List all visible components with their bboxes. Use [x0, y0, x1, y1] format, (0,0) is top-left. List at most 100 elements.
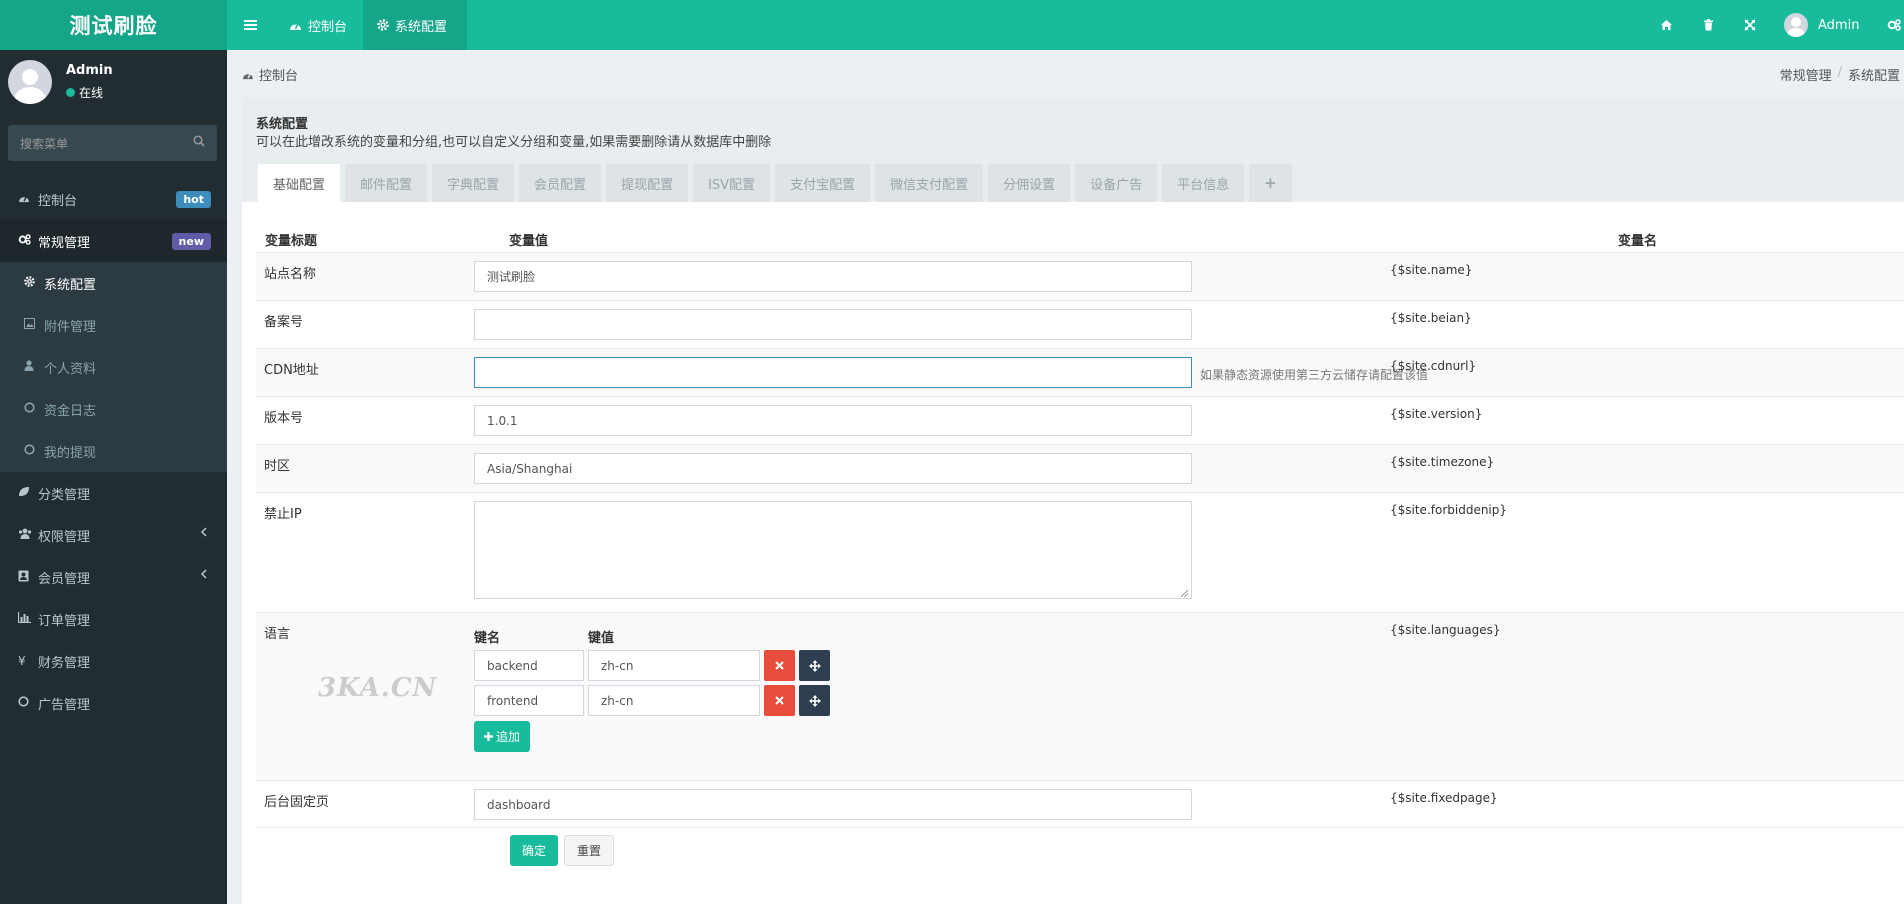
- tab-email[interactable]: 邮件配置: [345, 164, 428, 202]
- move-icon: [808, 694, 821, 707]
- search-placeholder: 搜索菜单: [20, 136, 69, 151]
- table-row: 语言 3KA.CN 键名 键值 backend zh-cn frontend z…: [256, 612, 1904, 780]
- move-icon: [808, 659, 821, 672]
- row-label: 站点名称: [264, 267, 317, 282]
- app-logo[interactable]: 测试刷脸: [0, 0, 227, 50]
- tab-label: 控制台: [308, 19, 348, 35]
- tab-withdraw[interactable]: 提现配置: [606, 164, 689, 202]
- cogs-icon: [18, 234, 32, 248]
- tab-wechat-pay[interactable]: 微信支付配置: [875, 164, 984, 202]
- bar-chart-icon: [17, 612, 32, 626]
- drag-row-button[interactable]: [799, 650, 830, 681]
- forbidden-ip-textarea[interactable]: [474, 501, 1192, 599]
- tab-member[interactable]: 会员配置: [519, 164, 602, 202]
- table-row: 后台固定页 dashboard {$site.fixedpage}: [256, 780, 1904, 828]
- dashboard-icon: [289, 20, 302, 31]
- row-variable: {$site.cdnurl}: [1390, 359, 1477, 373]
- sidebar-item-system-config[interactable]: 系统配置: [0, 262, 227, 304]
- dashboard-icon: [18, 193, 32, 206]
- gear-icon: [377, 19, 389, 31]
- site-name-input[interactable]: 测试刷脸: [474, 261, 1192, 292]
- tab-system-config[interactable]: 系统配置: [363, 0, 467, 50]
- menu-search-input[interactable]: 搜索菜单: [8, 125, 217, 161]
- tab-platform-info[interactable]: 平台信息: [1162, 164, 1245, 202]
- breadcrumb-home[interactable]: 控制台: [242, 65, 298, 84]
- yen-icon: ¥: [18, 654, 26, 668]
- language-key-input[interactable]: frontend: [474, 685, 584, 716]
- sidebar-item-ads[interactable]: 广告管理: [0, 682, 227, 724]
- sidebar-item-label: 个人资料: [44, 361, 97, 377]
- sidebar: Admin 在线 搜索菜单 控制台 hot 常规管理 new 系统配置 附件管理: [0, 50, 227, 904]
- user-icon: [24, 360, 38, 374]
- column-header-name: 变量名: [1618, 234, 1658, 249]
- tab-commission[interactable]: 分佣设置: [988, 164, 1071, 202]
- row-label: 时区: [264, 459, 291, 474]
- submit-button[interactable]: 确定: [510, 835, 559, 866]
- breadcrumb: 常规管理 / 系统配置: [1780, 65, 1900, 84]
- fixed-page-input[interactable]: dashboard: [474, 789, 1192, 820]
- sidebar-username: Admin: [66, 63, 113, 78]
- sidebar-item-members[interactable]: 会员管理: [0, 556, 227, 598]
- sidebar-item-label: 权限管理: [38, 529, 91, 545]
- search-icon[interactable]: [193, 135, 205, 150]
- value-header: 键值: [588, 631, 615, 646]
- trash-icon[interactable]: [1703, 0, 1714, 50]
- sidebar-item-general[interactable]: 常规管理 new: [0, 220, 227, 262]
- tab-device-ads[interactable]: 设备广告: [1075, 164, 1158, 202]
- user-panel: Admin 在线: [0, 50, 227, 120]
- tab-isv[interactable]: ISV配置: [693, 164, 771, 202]
- gear-icon: [24, 276, 38, 290]
- fullscreen-icon[interactable]: [1744, 0, 1756, 50]
- tab-dictionary[interactable]: 字典配置: [432, 164, 515, 202]
- sidebar-item-orders[interactable]: 订单管理: [0, 598, 227, 640]
- sidebar-item-categories[interactable]: 分类管理: [0, 472, 227, 514]
- sidebar-item-money-log[interactable]: 资金日志: [0, 388, 227, 430]
- tab-alipay[interactable]: 支付宝配置: [775, 164, 871, 202]
- sidebar-item-attachments[interactable]: 附件管理: [0, 304, 227, 346]
- language-value-input[interactable]: zh-cn: [588, 650, 760, 681]
- language-key-input[interactable]: backend: [474, 650, 584, 681]
- table-row: 禁止IP {$site.forbiddenip}: [256, 492, 1904, 612]
- home-icon[interactable]: [1660, 0, 1673, 50]
- remove-row-button[interactable]: [764, 650, 795, 681]
- sidebar-item-label: 控制台: [38, 193, 78, 209]
- user-card-icon: [18, 570, 32, 585]
- beian-input[interactable]: [474, 309, 1192, 340]
- sidebar-item-permissions[interactable]: 权限管理: [0, 514, 227, 556]
- add-language-button[interactable]: 追加: [474, 721, 531, 752]
- add-tab-button[interactable]: +: [1249, 164, 1292, 202]
- user-menu[interactable]: Admin: [1784, 0, 1859, 50]
- remove-row-button[interactable]: [764, 685, 795, 716]
- panel-description: 可以在此增改系统的变量和分组,也可以自定义分组和变量,如果需要删除请从数据库中删…: [256, 135, 772, 150]
- panel-title: 系统配置: [256, 117, 309, 132]
- sidebar-item-withdrawals[interactable]: 我的提现: [0, 430, 227, 472]
- column-header-value: 变量值: [509, 234, 549, 249]
- row-label: 语言: [264, 627, 291, 642]
- sidebar-item-dashboard[interactable]: 控制台 hot: [0, 178, 227, 220]
- sidebar-item-label: 财务管理: [38, 655, 91, 671]
- drag-row-button[interactable]: [799, 685, 830, 716]
- row-variable: {$site.beian}: [1390, 311, 1472, 325]
- tab-dashboard[interactable]: 控制台: [275, 0, 361, 50]
- sidebar-item-label: 分类管理: [38, 487, 91, 503]
- sidebar-item-profile[interactable]: 个人资料: [0, 346, 227, 388]
- row-variable: {$site.timezone}: [1390, 455, 1495, 469]
- reset-button[interactable]: 重置: [564, 835, 615, 866]
- row-variable: {$site.languages}: [1390, 623, 1501, 637]
- new-badge: new: [171, 233, 211, 250]
- menu-toggle-icon[interactable]: [227, 0, 273, 50]
- settings-icon[interactable]: [1887, 0, 1901, 50]
- breadcrumb-item[interactable]: 常规管理: [1780, 65, 1832, 84]
- version-input[interactable]: 1.0.1: [474, 405, 1192, 436]
- timezone-input[interactable]: Asia/Shanghai: [474, 453, 1192, 484]
- sidebar-item-finance[interactable]: ¥ 财务管理: [0, 640, 227, 682]
- language-value-input[interactable]: zh-cn: [588, 685, 760, 716]
- resize-handle-icon[interactable]: [1180, 589, 1188, 597]
- cdn-url-input[interactable]: [474, 357, 1192, 388]
- hot-badge: hot: [176, 191, 211, 208]
- table-row: 时区 Asia/Shanghai {$site.timezone}: [256, 444, 1904, 492]
- sidebar-item-label: 广告管理: [38, 697, 91, 713]
- top-header: 测试刷脸 控制台 系统配置 Admin: [0, 0, 1904, 50]
- tab-basic[interactable]: 基础配置: [258, 164, 341, 202]
- row-label: 版本号: [264, 411, 304, 426]
